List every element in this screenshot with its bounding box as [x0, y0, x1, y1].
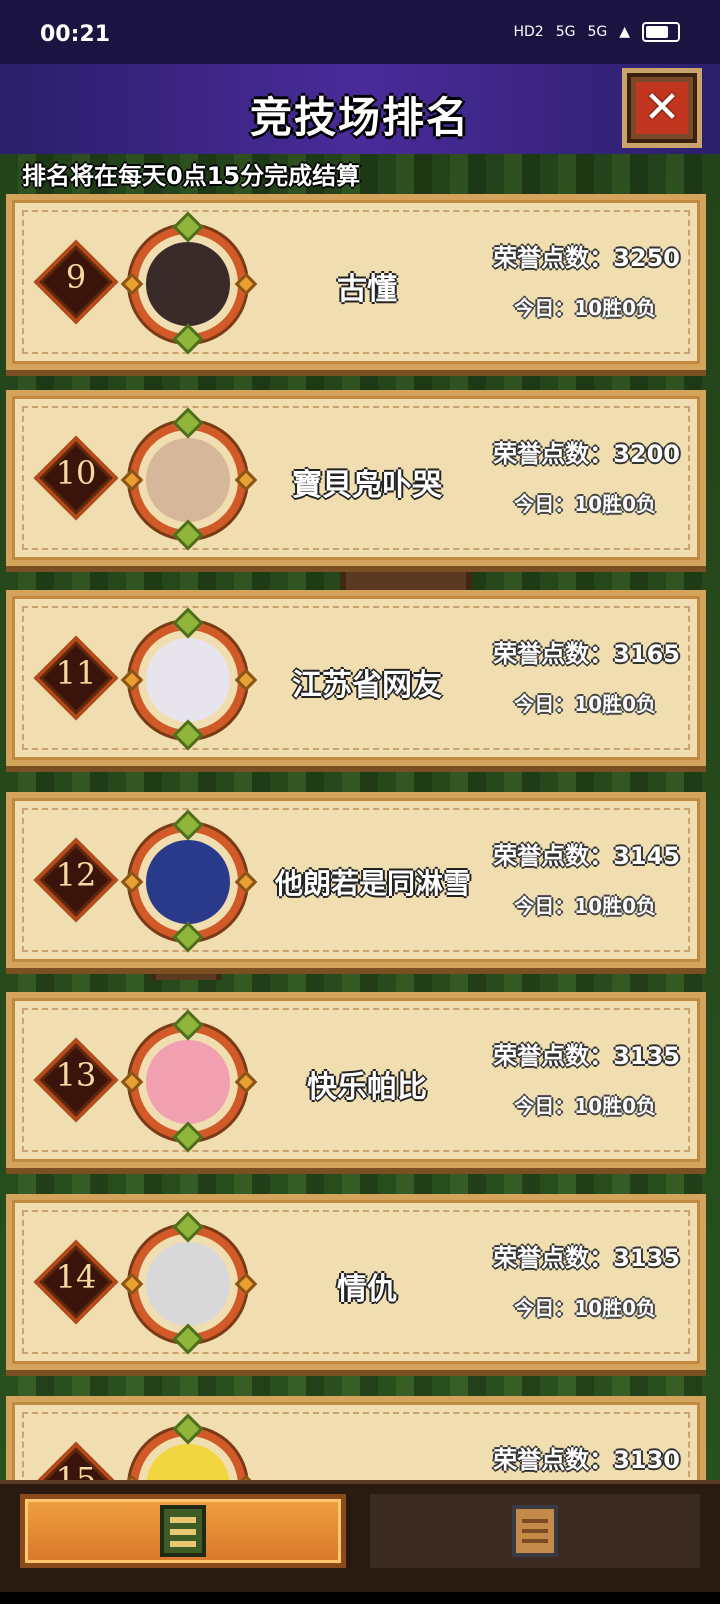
status-bar: 00:21 HD2 5G 5G ▲ [0, 0, 720, 64]
status-icons: HD2 5G 5G ▲ [513, 22, 680, 42]
avatar-image [146, 1040, 230, 1124]
avatar-image [146, 438, 230, 522]
close-button[interactable]: ✕ [622, 68, 702, 148]
rank-number: 14 [55, 1258, 97, 1296]
today-record: 今日：10胜0负 [514, 296, 656, 320]
hd-icon: HD2 [513, 24, 544, 40]
board-icon [512, 1505, 558, 1557]
list-icon [160, 1505, 206, 1557]
rank-number: 9 [65, 258, 87, 296]
nav-gesture-area [0, 1592, 720, 1604]
battery-icon [642, 22, 680, 42]
tab-board[interactable] [370, 1494, 700, 1568]
honor-points: 荣誉点数：3130 [493, 1446, 680, 1474]
honor-points: 荣誉点数：3200 [493, 440, 680, 468]
ranking-row[interactable]: 14 情仇 荣誉点数：3135 今日：10胜0负 [6, 1194, 706, 1370]
page-title: 竞技场排名 [249, 93, 470, 142]
avatar-image [146, 242, 230, 326]
today-record: 今日：10胜0负 [514, 492, 656, 516]
ranking-row[interactable]: 10 寶貝凫卟哭 荣誉点数：3200 今日：10胜0负 [6, 390, 706, 566]
status-time: 00:21 [40, 22, 111, 47]
signal-5g-icon: 5G [587, 24, 608, 40]
honor-points: 荣誉点数：3135 [493, 1042, 680, 1070]
ranking-row[interactable]: 15 荣誉点数：3130 [6, 1396, 706, 1480]
ranking-list[interactable]: 9 古懂 荣誉点数：3250 今日：10胜0负 10 寶貝凫卟哭 荣誉点数：32… [0, 190, 720, 1480]
rank-number: 11 [55, 654, 97, 692]
avatar-image [146, 1444, 230, 1480]
avatar-image [146, 840, 230, 924]
honor-points: 荣誉点数：3135 [493, 1244, 680, 1272]
player-name: 寶貝凫卟哭 [292, 468, 442, 503]
rank-number: 15 [55, 1460, 97, 1480]
avatar-image [146, 1242, 230, 1326]
tab-ranking-list[interactable] [20, 1494, 346, 1568]
rank-number: 12 [55, 856, 97, 894]
signal-5g-icon: 5G [555, 24, 576, 40]
today-record: 今日：10胜0负 [514, 894, 656, 918]
wifi-icon: ▲ [619, 24, 630, 40]
today-record: 今日：10胜0负 [514, 692, 656, 716]
rank-number: 13 [55, 1056, 97, 1094]
avatar-image [146, 638, 230, 722]
close-icon: ✕ [636, 82, 688, 134]
bottom-tab-bar [0, 1480, 720, 1604]
ranking-row[interactable]: 9 古懂 荣誉点数：3250 今日：10胜0负 [6, 194, 706, 370]
today-record: 今日：10胜0负 [514, 1094, 656, 1118]
header: 竞技场排名 ✕ [0, 64, 720, 154]
honor-points: 荣誉点数：3250 [493, 244, 680, 272]
player-name: 他朗若是同淋雪 [274, 867, 471, 900]
today-record: 今日：10胜0负 [514, 1296, 656, 1320]
ranking-row[interactable]: 11 江苏省网友 荣誉点数：3165 今日：10胜0负 [6, 590, 706, 766]
player-name: 情仇 [337, 1272, 397, 1307]
player-name: 快乐帕比 [307, 1070, 427, 1105]
honor-points: 荣誉点数：3165 [493, 640, 680, 668]
player-name: 江苏省网友 [292, 668, 442, 703]
ranking-row[interactable]: 12 他朗若是同淋雪 荣誉点数：3145 今日：10胜0负 [6, 792, 706, 968]
player-name: 古懂 [337, 272, 397, 307]
honor-points: 荣誉点数：3145 [493, 842, 680, 870]
rank-number: 10 [55, 454, 97, 492]
ranking-row[interactable]: 13 快乐帕比 荣誉点数：3135 今日：10胜0负 [6, 992, 706, 1168]
settlement-notice: 排名将在每天0点15分完成结算 [22, 162, 361, 190]
